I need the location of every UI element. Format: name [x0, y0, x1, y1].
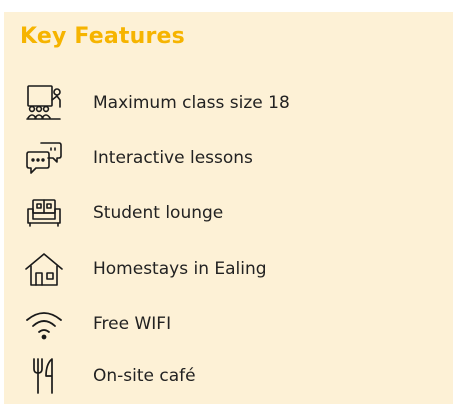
- feature-item-cafe: On-site café: [4, 348, 453, 404]
- key-features-panel: Key Features Maximum class size 18 Inter…: [4, 12, 453, 404]
- feature-item-homestays: Homestays in Ealing: [4, 241, 453, 297]
- feature-item-student-lounge: Student lounge: [4, 185, 453, 241]
- classroom-icon: [22, 81, 66, 125]
- sofa-icon: [22, 191, 66, 235]
- fork-knife-icon: [22, 354, 66, 398]
- feature-label: Free WIFI: [93, 314, 172, 334]
- feature-label: Homestays in Ealing: [93, 259, 267, 279]
- wifi-icon: [22, 302, 66, 346]
- feature-label: On-site café: [93, 366, 196, 386]
- feature-item-class-size: Maximum class size 18: [4, 75, 453, 131]
- feature-item-wifi: Free WIFI: [4, 296, 453, 352]
- feature-item-interactive-lessons: Interactive lessons: [4, 130, 453, 186]
- house-icon: [22, 247, 66, 291]
- chat-bubbles-icon: [22, 136, 66, 180]
- feature-label: Interactive lessons: [93, 148, 253, 168]
- feature-list: Maximum class size 18 Interactive lesson…: [4, 12, 453, 404]
- feature-label: Student lounge: [93, 203, 224, 223]
- feature-label: Maximum class size 18: [93, 93, 290, 113]
